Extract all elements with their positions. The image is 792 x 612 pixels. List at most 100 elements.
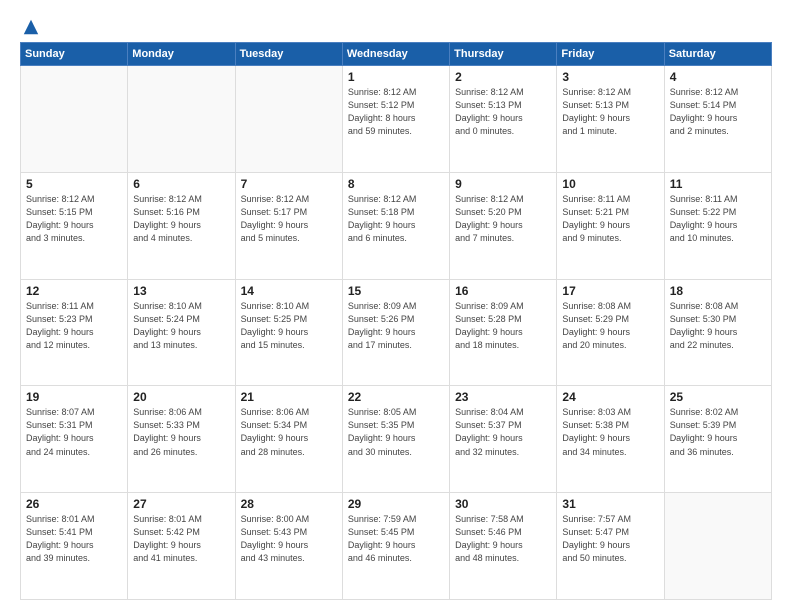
day-number: 30 [455,497,551,511]
logo-icon [22,18,40,36]
day-info: Sunrise: 8:08 AM Sunset: 5:29 PM Dayligh… [562,300,658,352]
calendar-cell [664,493,771,600]
day-number: 27 [133,497,229,511]
calendar-cell: 7 Sunrise: 8:12 AM Sunset: 5:17 PM Daylig… [235,172,342,279]
calendar-cell: 31 Sunrise: 7:57 AM Sunset: 5:47 PM Dayli… [557,493,664,600]
calendar-cell: 14Sunrise: 8:10 AM Sunset: 5:25 PM Dayli… [235,279,342,386]
logo [20,18,40,32]
day-info: Sunrise: 8:00 AM Sunset: 5:43 PM Dayligh… [241,513,337,565]
calendar-cell: 24Sunrise: 8:03 AM Sunset: 5:38 PM Dayli… [557,386,664,493]
calendar-cell: 19 Sunrise: 8:07 AM Sunset: 5:31 PM Dayli… [21,386,128,493]
day-number: 24 [562,390,658,404]
day-info: Sunrise: 8:11 AM Sunset: 5:23 PM Dayligh… [26,300,122,352]
day-number: 7 [241,177,337,191]
day-info: Sunrise: 8:11 AM Sunset: 5:22 PM Dayligh… [670,193,766,245]
page: SundayMondayTuesdayWednesdayThursdayFrid… [0,0,792,612]
day-info: Sunrise: 8:09 AM Sunset: 5:26 PM Dayligh… [348,300,444,352]
day-info: Sunrise: 8:10 AM Sunset: 5:24 PM Dayligh… [133,300,229,352]
day-info: Sunrise: 8:12 AM Sunset: 5:13 PM Dayligh… [562,86,658,138]
week-row-3: 12 Sunrise: 8:11 AM Sunset: 5:23 PM Dayli… [21,279,772,386]
day-number: 15 [348,284,444,298]
weekday-header-friday: Friday [557,43,664,66]
calendar-cell: 22 Sunrise: 8:05 AM Sunset: 5:35 PM Dayli… [342,386,449,493]
calendar-cell: 9 Sunrise: 8:12 AM Sunset: 5:20 PM Daylig… [450,172,557,279]
day-info: Sunrise: 8:01 AM Sunset: 5:41 PM Dayligh… [26,513,122,565]
day-number: 21 [241,390,337,404]
weekday-header-sunday: Sunday [21,43,128,66]
calendar-cell: 17 Sunrise: 8:08 AM Sunset: 5:29 PM Dayli… [557,279,664,386]
day-info: Sunrise: 8:12 AM Sunset: 5:17 PM Dayligh… [241,193,337,245]
calendar-cell: 13 Sunrise: 8:10 AM Sunset: 5:24 PM Dayli… [128,279,235,386]
day-number: 4 [670,70,766,84]
day-number: 22 [348,390,444,404]
calendar-cell: 18 Sunrise: 8:08 AM Sunset: 5:30 PM Dayli… [664,279,771,386]
day-info: Sunrise: 7:58 AM Sunset: 5:46 PM Dayligh… [455,513,551,565]
calendar-cell: 3Sunrise: 8:12 AM Sunset: 5:13 PM Daylig… [557,66,664,173]
calendar-cell: 16 Sunrise: 8:09 AM Sunset: 5:28 PM Dayli… [450,279,557,386]
calendar-cell: 20 Sunrise: 8:06 AM Sunset: 5:33 PM Dayli… [128,386,235,493]
day-number: 10 [562,177,658,191]
calendar-cell: 11 Sunrise: 8:11 AM Sunset: 5:22 PM Dayli… [664,172,771,279]
day-number: 5 [26,177,122,191]
day-number: 9 [455,177,551,191]
day-number: 6 [133,177,229,191]
calendar-cell: 2Sunrise: 8:12 AM Sunset: 5:13 PM Daylig… [450,66,557,173]
weekday-header-tuesday: Tuesday [235,43,342,66]
header [20,18,772,32]
calendar-cell: 1 Sunrise: 8:12 AM Sunset: 5:12 PM Daylig… [342,66,449,173]
day-number: 20 [133,390,229,404]
day-number: 11 [670,177,766,191]
calendar-cell [128,66,235,173]
calendar-cell: 29Sunrise: 7:59 AM Sunset: 5:45 PM Dayli… [342,493,449,600]
day-number: 26 [26,497,122,511]
day-info: Sunrise: 8:05 AM Sunset: 5:35 PM Dayligh… [348,406,444,458]
weekday-header-row: SundayMondayTuesdayWednesdayThursdayFrid… [21,43,772,66]
weekday-header-wednesday: Wednesday [342,43,449,66]
calendar-cell: 10 Sunrise: 8:11 AM Sunset: 5:21 PM Dayli… [557,172,664,279]
day-info: Sunrise: 8:06 AM Sunset: 5:33 PM Dayligh… [133,406,229,458]
day-info: Sunrise: 8:04 AM Sunset: 5:37 PM Dayligh… [455,406,551,458]
calendar-cell: 8Sunrise: 8:12 AM Sunset: 5:18 PM Daylig… [342,172,449,279]
week-row-1: 1 Sunrise: 8:12 AM Sunset: 5:12 PM Daylig… [21,66,772,173]
day-number: 2 [455,70,551,84]
day-number: 23 [455,390,551,404]
day-info: Sunrise: 8:10 AM Sunset: 5:25 PM Dayligh… [241,300,337,352]
day-number: 29 [348,497,444,511]
day-info: Sunrise: 8:12 AM Sunset: 5:12 PM Dayligh… [348,86,444,138]
day-number: 28 [241,497,337,511]
day-info: Sunrise: 8:12 AM Sunset: 5:14 PM Dayligh… [670,86,766,138]
calendar-cell: 5 Sunrise: 8:12 AM Sunset: 5:15 PM Daylig… [21,172,128,279]
day-number: 13 [133,284,229,298]
calendar-cell: 15 Sunrise: 8:09 AM Sunset: 5:26 PM Dayli… [342,279,449,386]
day-info: Sunrise: 8:12 AM Sunset: 5:20 PM Dayligh… [455,193,551,245]
calendar-cell: 12 Sunrise: 8:11 AM Sunset: 5:23 PM Dayli… [21,279,128,386]
day-info: Sunrise: 8:11 AM Sunset: 5:21 PM Dayligh… [562,193,658,245]
day-info: Sunrise: 7:57 AM Sunset: 5:47 PM Dayligh… [562,513,658,565]
calendar-cell: 25 Sunrise: 8:02 AM Sunset: 5:39 PM Dayli… [664,386,771,493]
calendar-cell [235,66,342,173]
calendar-cell: 21Sunrise: 8:06 AM Sunset: 5:34 PM Dayli… [235,386,342,493]
day-number: 19 [26,390,122,404]
calendar-cell: 26 Sunrise: 8:01 AM Sunset: 5:41 PM Dayli… [21,493,128,600]
calendar-table: SundayMondayTuesdayWednesdayThursdayFrid… [20,42,772,600]
week-row-2: 5 Sunrise: 8:12 AM Sunset: 5:15 PM Daylig… [21,172,772,279]
day-info: Sunrise: 8:12 AM Sunset: 5:18 PM Dayligh… [348,193,444,245]
day-number: 1 [348,70,444,84]
day-number: 31 [562,497,658,511]
day-info: Sunrise: 8:08 AM Sunset: 5:30 PM Dayligh… [670,300,766,352]
day-number: 16 [455,284,551,298]
calendar-cell [21,66,128,173]
calendar-cell: 28 Sunrise: 8:00 AM Sunset: 5:43 PM Dayli… [235,493,342,600]
day-info: Sunrise: 8:02 AM Sunset: 5:39 PM Dayligh… [670,406,766,458]
day-number: 25 [670,390,766,404]
day-number: 17 [562,284,658,298]
weekday-header-saturday: Saturday [664,43,771,66]
day-number: 12 [26,284,122,298]
day-info: Sunrise: 8:07 AM Sunset: 5:31 PM Dayligh… [26,406,122,458]
weekday-header-thursday: Thursday [450,43,557,66]
calendar-cell: 27Sunrise: 8:01 AM Sunset: 5:42 PM Dayli… [128,493,235,600]
calendar-cell: 4 Sunrise: 8:12 AM Sunset: 5:14 PM Daylig… [664,66,771,173]
day-number: 18 [670,284,766,298]
day-info: Sunrise: 8:12 AM Sunset: 5:15 PM Dayligh… [26,193,122,245]
day-info: Sunrise: 8:09 AM Sunset: 5:28 PM Dayligh… [455,300,551,352]
